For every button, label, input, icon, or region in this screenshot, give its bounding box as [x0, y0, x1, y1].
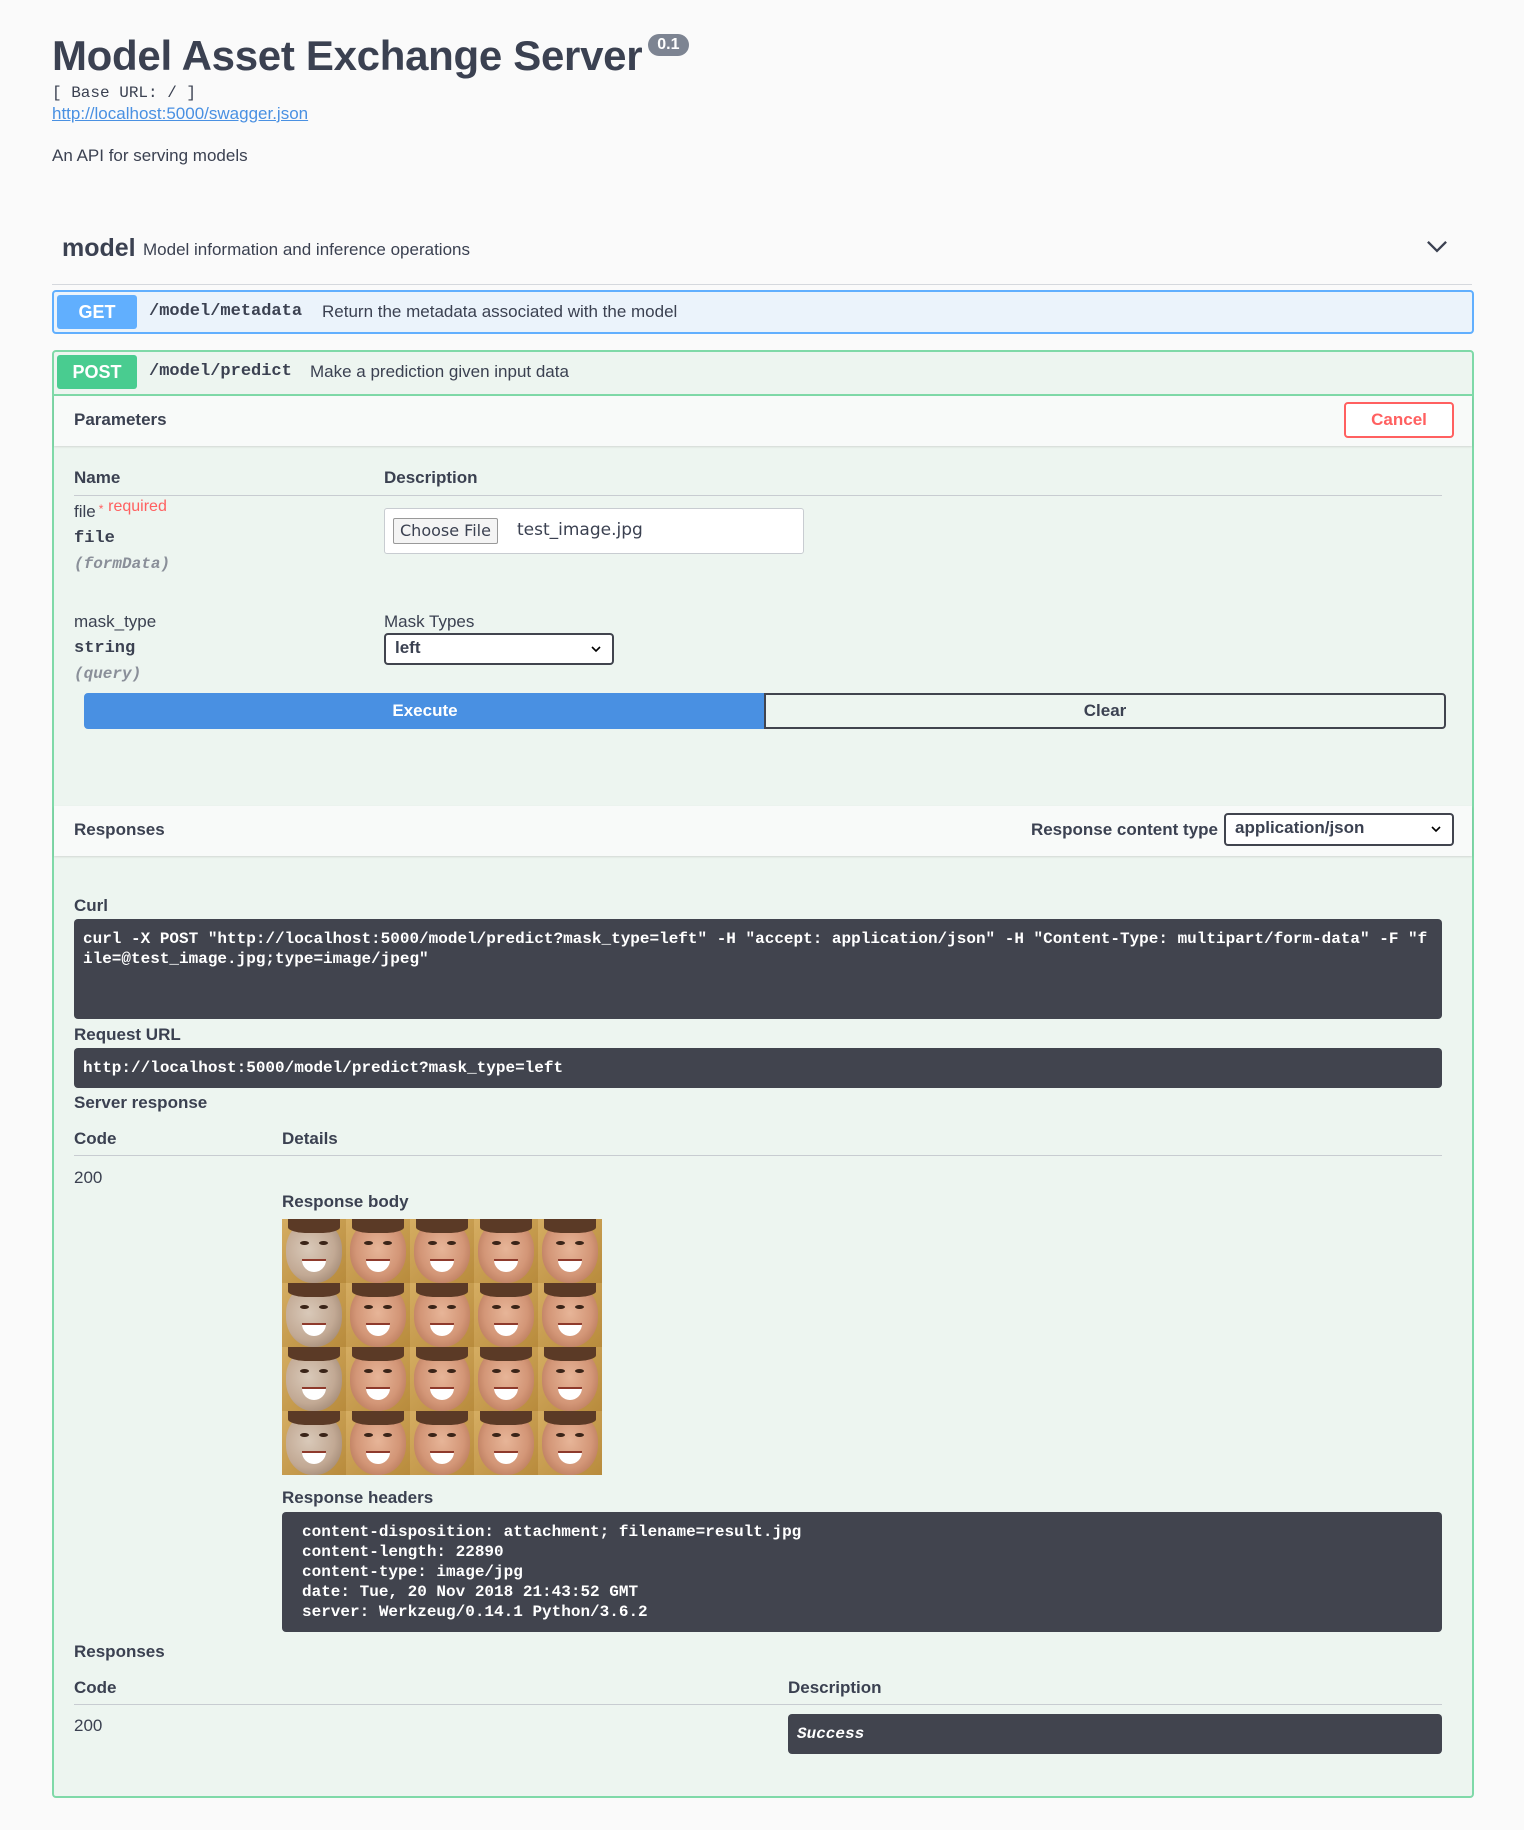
divider	[74, 495, 1442, 496]
spec-link[interactable]: http://localhost:5000/swagger.json	[52, 104, 689, 124]
method-badge: GET	[57, 295, 137, 329]
parameters-title: Parameters	[74, 410, 167, 429]
face-tile	[282, 1283, 346, 1347]
face-tile	[346, 1283, 410, 1347]
operation-summary: Make a prediction given input data	[310, 362, 569, 381]
choose-file-button[interactable]: Choose File	[393, 518, 498, 544]
opblock-summary[interactable]: GET /model/metadata Return the metadata …	[54, 292, 1472, 332]
responses-title: Responses	[74, 1642, 165, 1661]
face-tile	[282, 1411, 346, 1475]
param-type: file	[74, 529, 115, 548]
response-headers: content-disposition: attachment; filenam…	[282, 1512, 1442, 1632]
tag-description: Model information and inference operatio…	[143, 240, 470, 259]
page-title: Model Asset Exchange Server	[52, 32, 643, 79]
face-tile	[410, 1219, 474, 1283]
cancel-button[interactable]: Cancel	[1344, 402, 1454, 438]
version-badge: 0.1	[648, 34, 689, 56]
face-tile	[346, 1347, 410, 1411]
parameters-header: Parameters Cancel	[54, 396, 1472, 446]
param-in: (formData)	[74, 555, 171, 573]
curl-command: curl -X POST "http://localhost:5000/mode…	[74, 919, 1442, 1019]
opblock-summary[interactable]: POST /model/predict Make a prediction gi…	[54, 352, 1472, 392]
face-tile	[282, 1219, 346, 1283]
col-code-header: Code	[74, 1129, 117, 1148]
face-tile	[410, 1411, 474, 1475]
response-code: 200	[74, 1168, 103, 1187]
select-value: left	[395, 638, 421, 657]
selected-file-name: test_image.jpg	[517, 520, 643, 540]
base-url: [ Base URL: / ]	[52, 84, 197, 102]
response-row-description: Success	[788, 1714, 1442, 1754]
col-description-header: Description	[788, 1678, 882, 1697]
request-url-label: Request URL	[74, 1025, 181, 1044]
col-description-header: Description	[384, 468, 478, 487]
operation-path: /model/metadata	[149, 302, 303, 321]
col-code-header: Code	[74, 1678, 117, 1697]
responses-header: Responses Response content type applicat…	[54, 806, 1472, 856]
required-mark: *	[98, 502, 104, 516]
tag-header-model[interactable]: model Model information and inference op…	[52, 226, 1472, 285]
face-tile	[538, 1283, 602, 1347]
face-tile	[538, 1219, 602, 1283]
face-tile	[474, 1283, 538, 1347]
api-description: An API for serving models	[52, 146, 248, 165]
response-headers-label: Response headers	[282, 1488, 434, 1507]
divider	[74, 1155, 1442, 1156]
param-name: mask_type	[74, 612, 157, 631]
tag-name: model	[62, 234, 136, 262]
curl-label: Curl	[74, 896, 108, 915]
file-input[interactable]: Choose File test_image.jpg	[384, 508, 804, 554]
api-info: Model Asset Exchange Server 0.1 [ Base UR…	[52, 30, 689, 166]
param-in: (query)	[74, 665, 142, 683]
response-image	[282, 1219, 602, 1475]
face-tile	[410, 1347, 474, 1411]
chevron-down-icon	[1431, 826, 1441, 833]
chevron-down-icon	[591, 646, 601, 653]
divider	[74, 1704, 1442, 1705]
request-url: http://localhost:5000/model/predict?mask…	[74, 1048, 1442, 1088]
face-tile	[474, 1411, 538, 1475]
face-tile	[538, 1411, 602, 1475]
method-badge: POST	[57, 355, 137, 389]
face-tile	[346, 1219, 410, 1283]
opblock-body: Parameters Cancel Name Description file *…	[54, 394, 1472, 1796]
response-row-code: 200	[74, 1716, 103, 1735]
chevron-down-icon[interactable]	[1424, 234, 1450, 260]
col-name-header: Name	[74, 468, 121, 487]
operation-summary: Return the metadata associated with the …	[322, 302, 678, 321]
response-content-type-select[interactable]: application/json	[1224, 813, 1454, 846]
face-tile	[474, 1347, 538, 1411]
mask-type-select[interactable]: left	[384, 633, 614, 665]
responses-title: Responses	[74, 820, 165, 839]
param-name: file	[74, 502, 96, 521]
face-tile	[538, 1347, 602, 1411]
response-content-type-label: Response content type	[1030, 820, 1218, 839]
server-response-label: Server response	[74, 1093, 208, 1112]
face-tile	[474, 1219, 538, 1283]
response-body-label: Response body	[282, 1192, 409, 1211]
opblock-post-predict: POST /model/predict Make a prediction gi…	[52, 350, 1474, 1798]
face-tile	[282, 1347, 346, 1411]
execute-button[interactable]: Execute	[84, 693, 766, 729]
param-type: string	[74, 639, 136, 658]
col-details-header: Details	[282, 1129, 338, 1148]
swagger-ui: Model Asset Exchange Server 0.1 [ Base UR…	[0, 0, 1524, 1830]
param-name-file: file * required	[74, 498, 167, 522]
clear-button[interactable]: Clear	[764, 693, 1446, 729]
mask-types-label: Mask Types	[384, 612, 475, 631]
face-tile	[410, 1283, 474, 1347]
opblock-get-metadata[interactable]: GET /model/metadata Return the metadata …	[52, 290, 1474, 334]
face-tile	[346, 1411, 410, 1475]
select-value: application/json	[1235, 818, 1365, 837]
operation-path: /model/predict	[149, 362, 292, 381]
required-label: required	[108, 498, 167, 515]
